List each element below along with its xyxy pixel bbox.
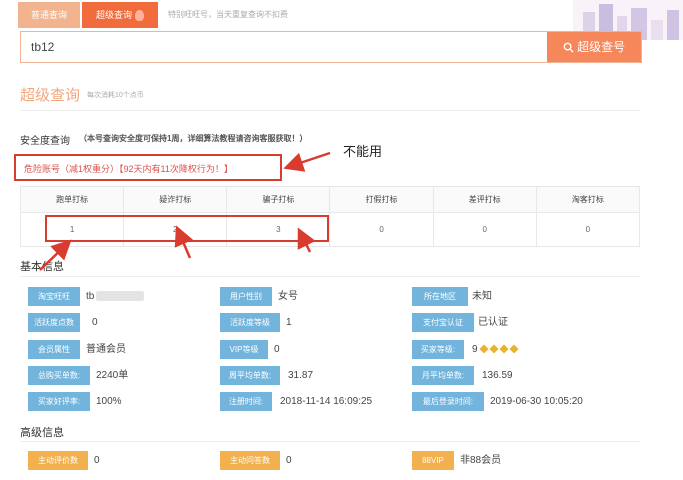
info-label: 会员属性: [28, 340, 80, 359]
safety-note: （本号查询安全度可保持1周，详细算法教程请咨询客服获取！）: [79, 134, 308, 143]
info-value: 0: [92, 317, 98, 328]
tab-super-query[interactable]: 超级查询: [82, 2, 158, 28]
top-bar: 普通查询 超级查询 特别旺旺号，当天重复查询不扣费: [0, 0, 683, 40]
search-button-label: 超级查号: [577, 40, 626, 54]
tag-highlight-box: [45, 215, 329, 242]
divider: [20, 110, 640, 111]
search-button[interactable]: 超级查号: [547, 32, 641, 62]
search-bar: 超级查号: [20, 31, 642, 63]
tag-header: 淘客打标: [535, 186, 641, 213]
info-value: 1: [286, 317, 292, 328]
info-value: 未知: [472, 291, 492, 302]
info-value: 2019-06-30 10:05:20: [490, 396, 583, 407]
advanced-label: 主动问答数: [220, 451, 280, 470]
info-value: 0: [274, 344, 280, 355]
info-label: 总购买单数:: [28, 366, 90, 385]
tag-header-row: 跑单打标 疑诈打标 骗子打标 打假打标 差评打标 淘客打标: [19, 186, 641, 213]
search-input[interactable]: [21, 32, 546, 62]
advanced-info-title: 高级信息: [20, 427, 64, 439]
tab-normal-label: 普通查询: [30, 10, 67, 20]
info-label: 注册时间:: [220, 392, 272, 411]
tag-header: 跑单打标: [19, 186, 125, 213]
info-value: tb: [86, 287, 145, 306]
fire-icon: [135, 10, 144, 22]
info-value: 已认证: [478, 317, 508, 328]
info-label: VIP等级: [220, 340, 268, 359]
advanced-label: 主动评价数: [28, 451, 88, 470]
tag-header: 差评打标: [432, 186, 537, 213]
wangwang-value: tb: [86, 291, 95, 302]
info-label: 买家等级:: [412, 340, 464, 359]
buyer-level-value: 9: [472, 344, 478, 355]
arrow-to-danger: [283, 151, 331, 172]
diamond-icon: [489, 344, 499, 354]
info-value: 2018-11-14 16:09:25: [280, 396, 373, 407]
tab-super-label: 超级查询: [95, 10, 132, 20]
info-value: 100%: [96, 396, 122, 407]
diamond-icon: [509, 344, 519, 354]
info-label: 买家好评率:: [28, 392, 90, 411]
tag-value: 0: [535, 212, 641, 247]
tag-header: 疑诈打标: [123, 186, 228, 213]
tag-value: 0: [432, 212, 537, 247]
divider: [20, 276, 640, 277]
top-note: 特别旺旺号，当天重复查询不扣费: [168, 10, 288, 19]
advanced-label: 88VIP: [412, 451, 454, 470]
advanced-value: 0: [286, 455, 292, 466]
advanced-value: 非88会员: [460, 455, 502, 466]
info-label: 用户性别: [220, 287, 272, 306]
redacted-mask: [96, 291, 145, 302]
tab-normal-query[interactable]: 普通查询: [18, 2, 80, 28]
diamond-icon: [499, 344, 509, 354]
safety-title: 安全度查询: [20, 136, 70, 147]
tag-header: 打假打标: [329, 186, 434, 213]
danger-status: 危险账号（减1权重分）【92天内有11次降权行为！】: [24, 164, 233, 174]
basic-info-title: 基本信息: [20, 261, 64, 273]
divider: [20, 441, 640, 442]
search-icon: [563, 42, 574, 53]
info-label: 最后登录时间:: [412, 392, 484, 411]
tag-value: 0: [329, 212, 434, 247]
info-value: 136.59: [482, 370, 513, 381]
page-title: 超级查询: [20, 87, 81, 104]
info-value: 31.87: [288, 370, 314, 381]
info-value: 2240单: [96, 370, 129, 381]
info-label: 活跃度等级: [220, 313, 280, 332]
info-value: 女号: [278, 291, 298, 302]
info-value: 普通会员: [86, 344, 126, 355]
danger-highlight-box: 危险账号（减1权重分）【92天内有11次降权行为！】: [14, 154, 282, 181]
info-label: 所在地区: [412, 287, 468, 306]
tag-header: 骗子打标: [226, 186, 331, 213]
info-label: 支付宝认证: [412, 313, 474, 332]
info-label: 活跃度点数: [28, 313, 80, 332]
advanced-value: 0: [94, 455, 100, 466]
diamond-icon: [479, 344, 489, 354]
info-value: 9: [472, 340, 519, 359]
info-label: 周平均单数:: [220, 366, 280, 385]
info-label: 月平均单数:: [412, 366, 474, 385]
annotation-text: 不能用: [343, 144, 383, 159]
page-subtitle: 每次消耗10个点币: [87, 92, 144, 99]
info-label: 淘宝旺旺: [28, 287, 80, 306]
